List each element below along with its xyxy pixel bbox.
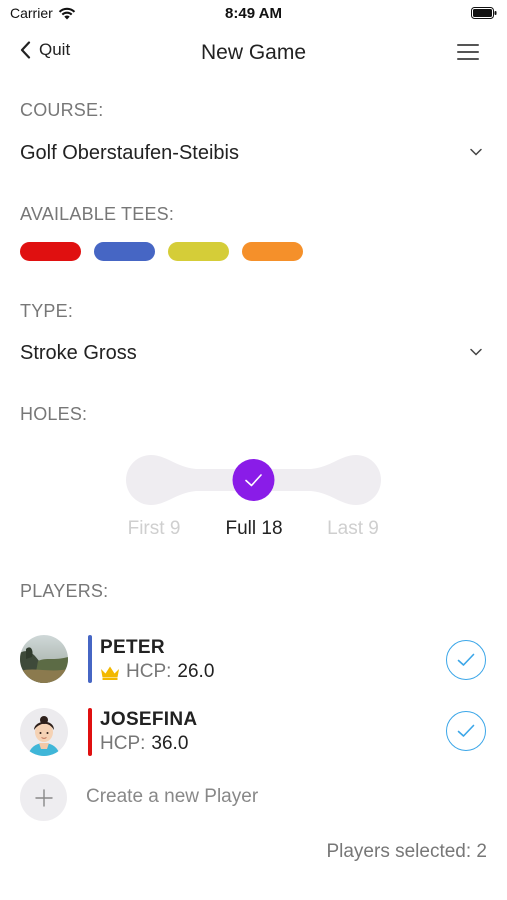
holes-slider-thumb[interactable] (232, 459, 275, 501)
hcp-value: 36.0 (151, 733, 189, 754)
avatar (20, 635, 68, 683)
holes-label: HOLES: (20, 404, 88, 424)
tee-orange[interactable] (242, 242, 303, 261)
tee-yellow[interactable] (168, 242, 229, 261)
holes-option-first-9[interactable]: First 9 (104, 518, 204, 540)
battery-icon (471, 7, 497, 19)
players-selected-count: Players selected: 2 (326, 841, 487, 862)
player-hcp: HCP: 36.0 (100, 733, 188, 755)
course-select[interactable]: Golf Oberstaufen-Steibis (20, 142, 239, 165)
chevron-down-icon[interactable] (469, 345, 483, 359)
course-label: COURSE: (20, 100, 104, 120)
tees-label: AVAILABLE TEES: (20, 204, 175, 224)
menu-icon[interactable] (457, 44, 479, 60)
avatar (20, 708, 68, 756)
holes-option-last-9[interactable]: Last 9 (303, 518, 403, 540)
tee-red[interactable] (20, 242, 81, 261)
hcp-prefix: HCP: (126, 661, 172, 682)
tee-list (20, 242, 303, 261)
player-color-bar (88, 708, 92, 756)
add-player-button[interactable] (20, 774, 67, 821)
tee-blue[interactable] (94, 242, 155, 261)
player-select-toggle[interactable] (446, 711, 486, 751)
player-hcp: HCP: 26.0 (100, 661, 214, 683)
player-name: PETER (100, 637, 165, 658)
check-icon (457, 653, 475, 666)
player-name: JOSEFINA (100, 709, 198, 730)
hcp-prefix: HCP: (100, 733, 146, 754)
player-select-toggle[interactable] (446, 640, 486, 680)
type-select[interactable]: Stroke Gross (20, 342, 137, 365)
check-icon (457, 724, 475, 737)
type-label: TYPE: (20, 301, 74, 321)
page-title: New Game (200, 41, 307, 64)
player-color-bar (88, 635, 92, 683)
create-player-link[interactable]: Create a new Player (86, 786, 258, 808)
crown-icon (101, 666, 119, 680)
holes-option-full-18[interactable]: Full 18 (204, 518, 304, 540)
status-time: 8:49 AM (225, 5, 282, 22)
holes-slider[interactable] (126, 455, 381, 505)
hcp-value: 26.0 (177, 661, 215, 682)
chevron-down-icon[interactable] (469, 145, 483, 159)
plus-icon (34, 788, 53, 807)
players-label: PLAYERS: (20, 581, 109, 601)
